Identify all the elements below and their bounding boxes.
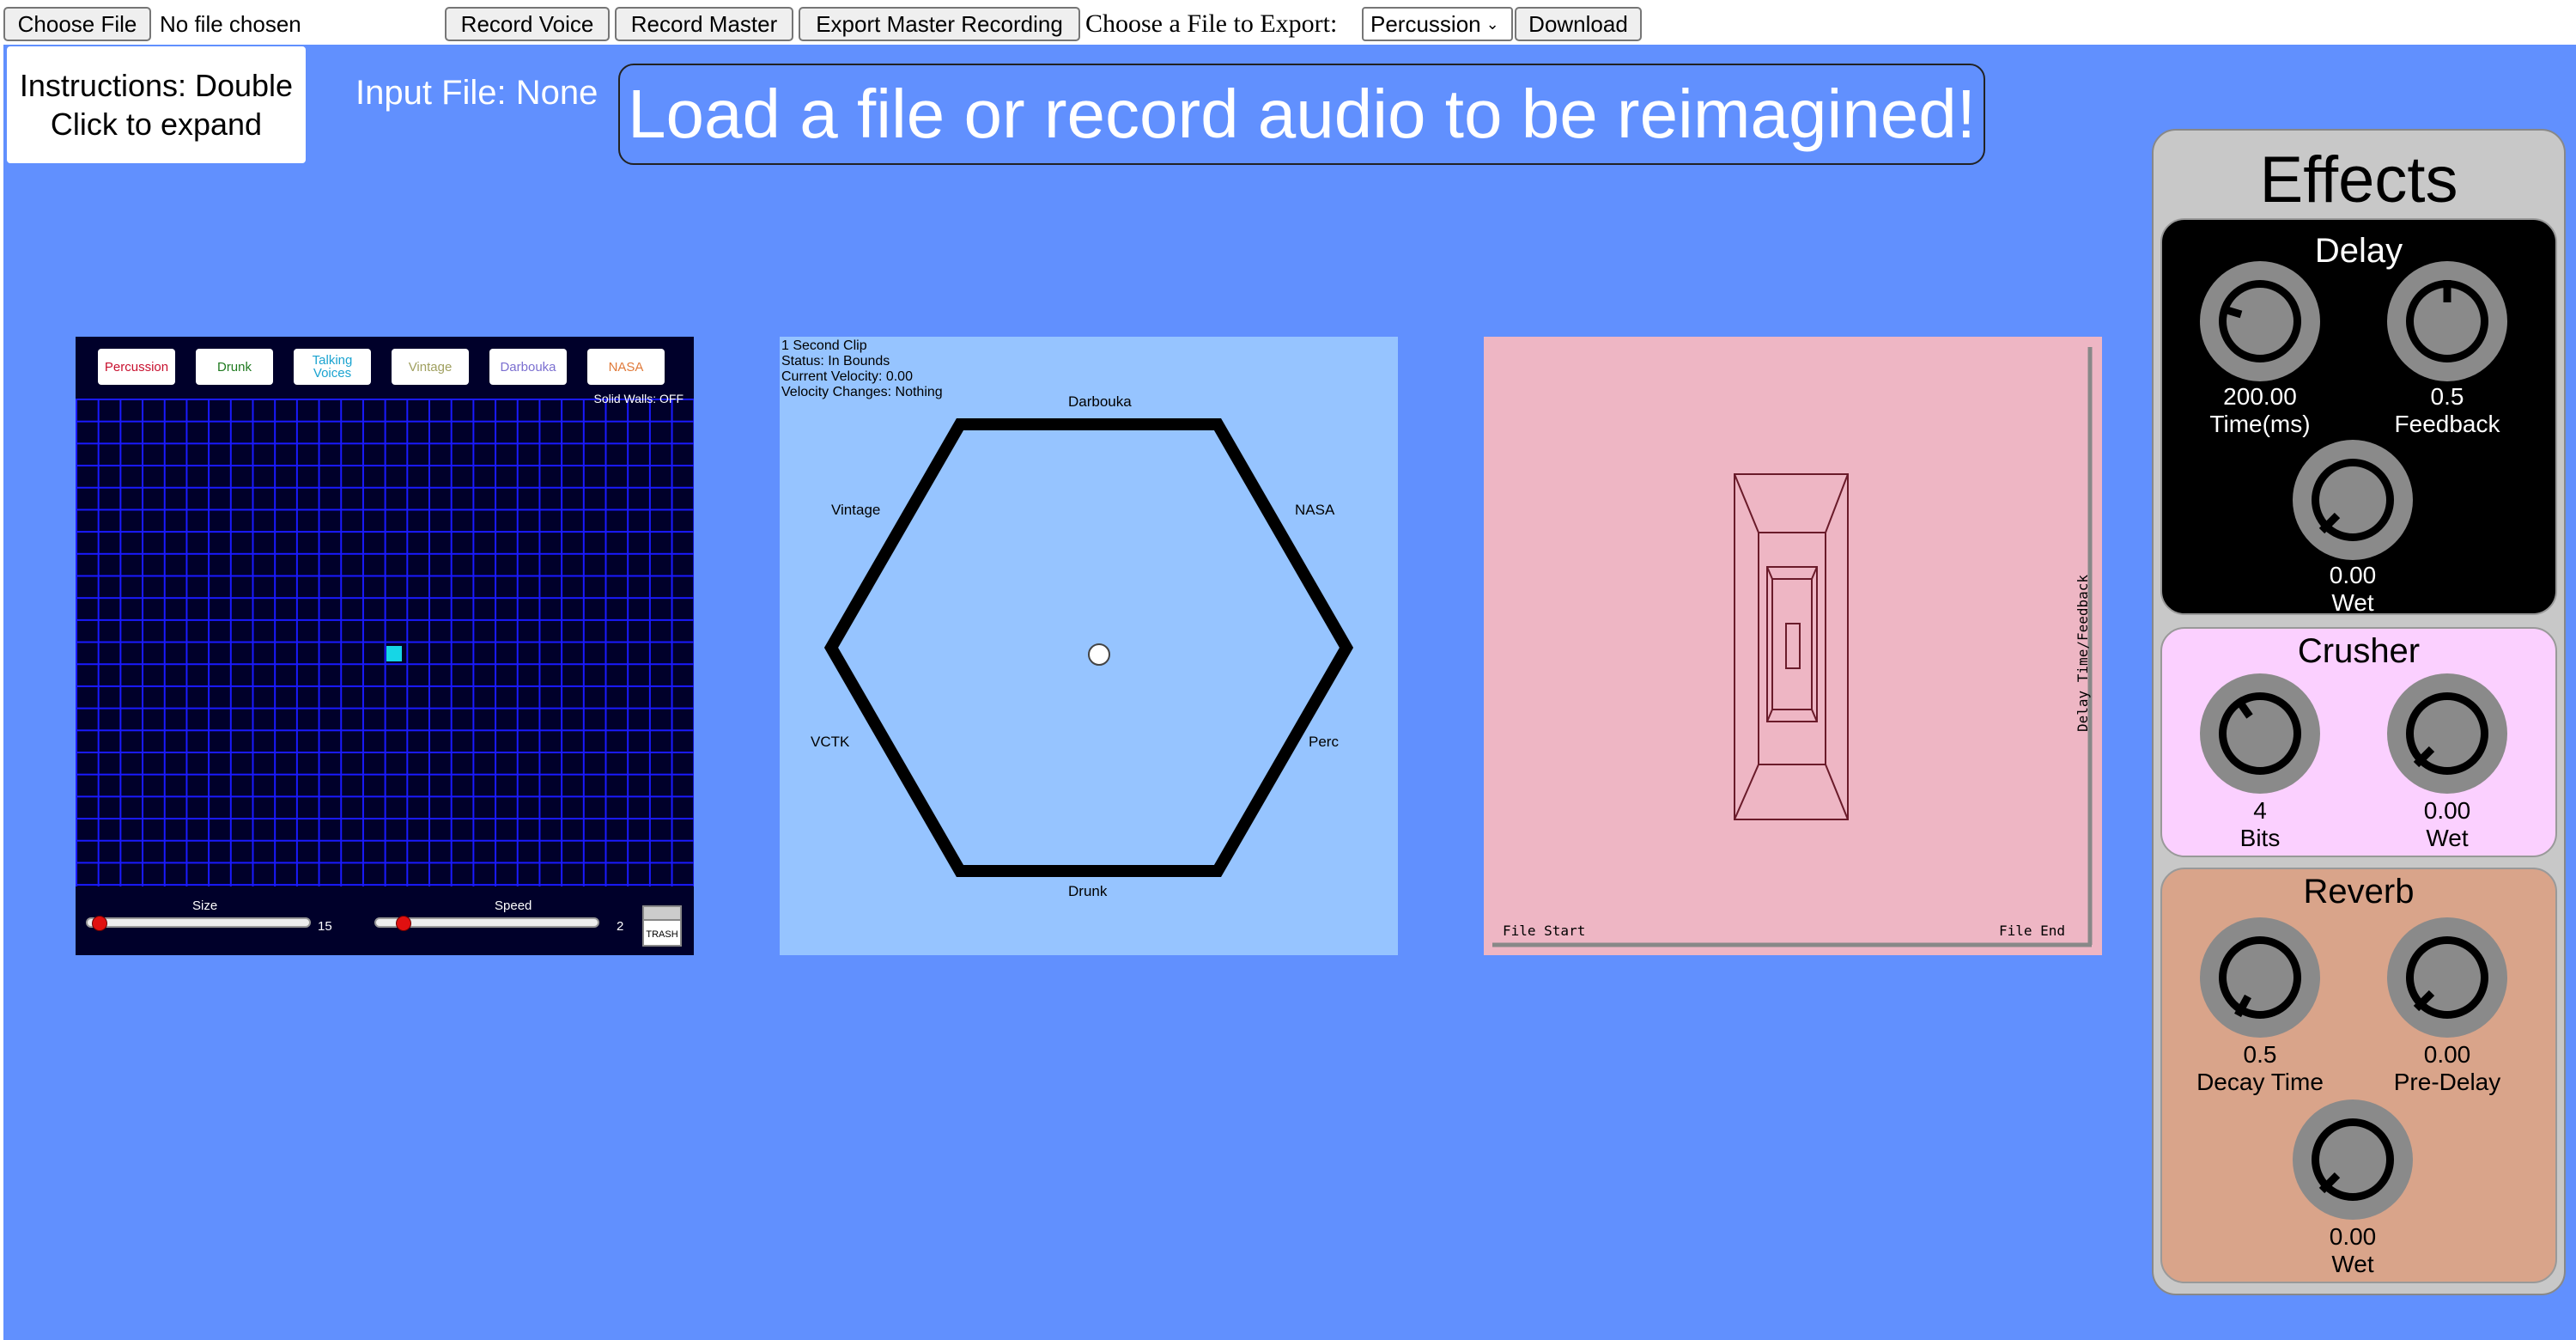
- grid-panel[interactable]: Percussion Drunk Talking Voices Vintage Darb…: [76, 337, 694, 955]
- toolbar: Choose File No file chosen Record Voice …: [0, 0, 2576, 45]
- export-select-label: Choose a File to Export:: [1085, 9, 1338, 38]
- export-master-button[interactable]: Export Master Recording: [799, 7, 1080, 41]
- hex-label-bottom: Drunk: [1068, 883, 1108, 899]
- pad-x-start-label: File Start: [1503, 923, 1586, 939]
- crusher-wet-value: 0.00: [2423, 797, 2471, 824]
- sample-button-drunk[interactable]: Drunk: [196, 349, 273, 385]
- reverb-decay-label: Decay Time: [2196, 1069, 2324, 1095]
- reverb-wet-value: 0.00: [2329, 1223, 2377, 1250]
- grid-particle[interactable]: [386, 646, 402, 661]
- crusher-bits-knob[interactable]: [2200, 673, 2320, 794]
- speed-label: Speed: [495, 898, 532, 913]
- sample-button-nasa[interactable]: NASA: [587, 349, 665, 385]
- choose-file-button[interactable]: Choose File: [3, 7, 151, 41]
- grid-controls: Size 15 Speed 2: [76, 893, 694, 955]
- reverb-title: Reverb: [2303, 873, 2415, 911]
- status-banner: Load a file or record audio to be reimag…: [618, 64, 1985, 165]
- hex-label-right: Perc: [1309, 734, 1339, 750]
- speed-value: 2: [617, 919, 624, 934]
- chevron-down-icon: ⌄: [1485, 15, 1499, 33]
- crusher-wet-label: Wet: [2426, 825, 2469, 851]
- delay-feedback-label: Feedback: [2394, 411, 2500, 437]
- instructions-box[interactable]: Instructions: Double Click to expand: [7, 46, 306, 163]
- grid-canvas[interactable]: [76, 399, 694, 886]
- delay-time-label: Time(ms): [2209, 411, 2311, 437]
- delay-feedback-value: 0.5: [2430, 383, 2464, 410]
- reverb-decay-knob[interactable]: [2200, 917, 2320, 1038]
- hex-label-top-left: Vintage: [831, 502, 881, 518]
- delay-time-knob[interactable]: [2200, 261, 2320, 381]
- input-file-label: Input File: None: [355, 74, 598, 112]
- reverb-wet-knob[interactable]: [2293, 1099, 2413, 1220]
- hex-label-top-right: NASA: [1295, 502, 1335, 518]
- size-slider[interactable]: [86, 917, 311, 928]
- reverb-decay-value: 0.5: [2243, 1041, 2277, 1068]
- delay-wet-label: Wet: [2331, 589, 2374, 616]
- instructions-text: Instructions: Double Click to expand: [19, 68, 294, 142]
- speed-slider-thumb[interactable]: [395, 916, 411, 931]
- record-voice-button[interactable]: Record Voice: [445, 7, 610, 41]
- trash-button[interactable]: TRASH: [642, 905, 682, 947]
- crusher-wet-knob[interactable]: [2387, 673, 2507, 794]
- reverb-predelay-value: 0.00: [2423, 1041, 2471, 1068]
- effects-xy-pad[interactable]: Delay Time/Feedback File Start File End: [1484, 337, 2102, 955]
- hexagon-shape: [823, 418, 1354, 877]
- hexagon-panel[interactable]: 1 Second Clip Status: In Bounds Current …: [780, 337, 1398, 955]
- export-file-select-value: Percussion: [1370, 10, 1481, 37]
- delay-time-value: 200.00: [2223, 383, 2297, 410]
- reverb-wet-label: Wet: [2331, 1251, 2374, 1277]
- crusher-bits-label: Bits: [2239, 825, 2281, 851]
- effects-panel: Effects Delay 200.00 Time(ms) 0.5 Feedba…: [2152, 129, 2566, 1295]
- reverb-predelay-label: Pre-Delay: [2393, 1069, 2501, 1095]
- hex-ball[interactable]: [1088, 643, 1110, 666]
- size-slider-thumb[interactable]: [92, 916, 108, 931]
- hex-label-top: Darbouka: [1068, 393, 1132, 410]
- crusher-title: Crusher: [2297, 632, 2421, 670]
- export-file-select[interactable]: Percussion ⌄: [1362, 7, 1513, 41]
- size-label: Size: [192, 898, 218, 913]
- effects-title: Effects: [2259, 143, 2458, 216]
- delay-feedback-knob[interactable]: [2387, 261, 2507, 381]
- size-value: 15: [318, 919, 332, 934]
- delay-wet-value: 0.00: [2329, 562, 2377, 588]
- sample-button-percussion[interactable]: Percussion: [98, 349, 175, 385]
- sample-button-talking-voices[interactable]: Talking Voices: [294, 349, 371, 385]
- sample-button-vintage[interactable]: Vintage: [392, 349, 469, 385]
- sample-button-darbouka[interactable]: Darbouka: [489, 349, 567, 385]
- delay-section: Delay 200.00 Time(ms) 0.5 Feedback 0.00 …: [2160, 218, 2557, 616]
- solid-walls-toggle[interactable]: Solid Walls: OFF: [594, 392, 684, 405]
- pad-x-end-label: File End: [1999, 923, 2066, 939]
- crusher-bits-value: 4: [2253, 797, 2267, 824]
- download-button[interactable]: Download: [1515, 7, 1642, 41]
- hex-label-left: VCTK: [811, 734, 850, 750]
- record-master-button[interactable]: Record Master: [615, 7, 793, 41]
- reverb-predelay-knob[interactable]: [2387, 917, 2507, 1038]
- file-status-text: No file chosen: [160, 10, 301, 37]
- delay-wet-knob[interactable]: [2293, 440, 2413, 560]
- crusher-section: Crusher 4 Bits 0.00 Wet: [2160, 627, 2557, 857]
- trash-label: TRASH: [646, 929, 678, 940]
- reverb-section: Reverb 0.5 Decay Time 0.00 Pre-Delay 0.0…: [2160, 868, 2557, 1283]
- pad-y-label: Delay Time/Feedback: [2075, 574, 2091, 732]
- pad-graphic: [1492, 347, 2093, 947]
